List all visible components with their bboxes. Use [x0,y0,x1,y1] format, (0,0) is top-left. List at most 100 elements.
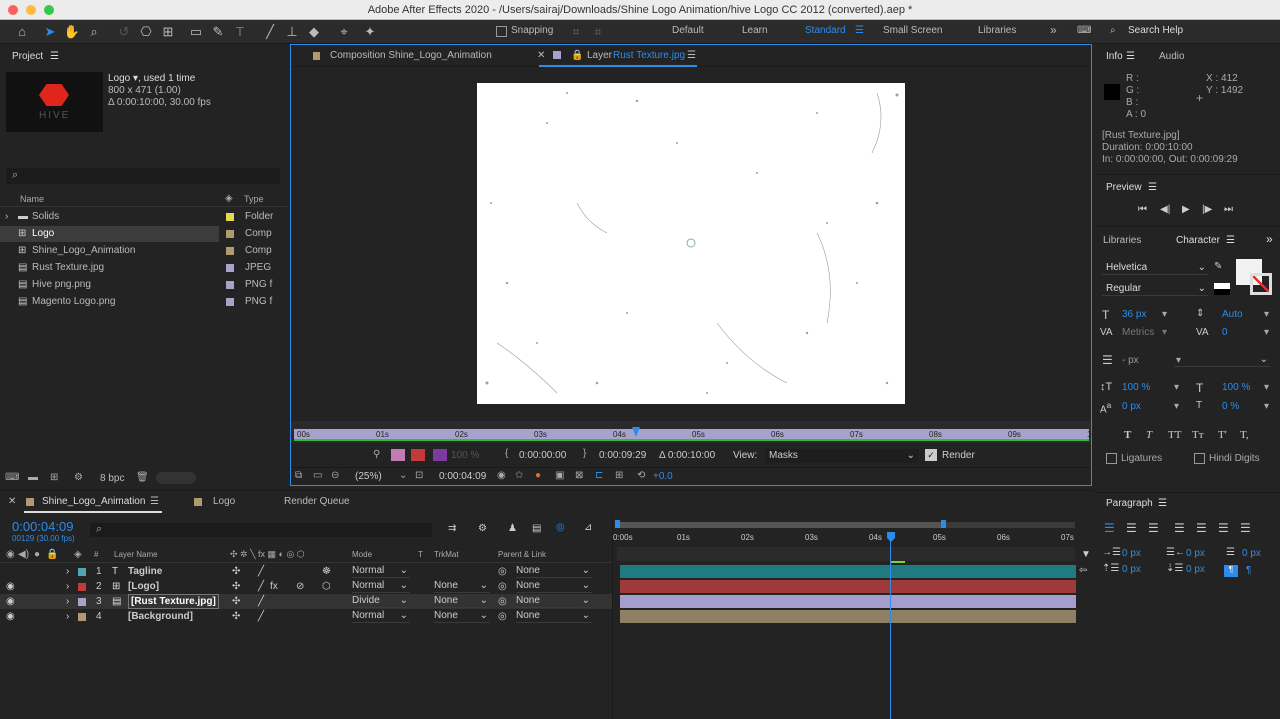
pick-whip-icon[interactable]: ◎ [498,564,507,579]
draft-3d-icon[interactable]: ⚙ [478,523,487,534]
region-of-interest-icon[interactable]: ▣ [555,470,564,481]
shy-switch-icon[interactable]: ✣ [232,594,240,609]
snapping-edges-icon[interactable]: ⌗ [588,22,608,42]
first-line-indent-value[interactable]: 0 px [1242,548,1261,559]
baseline-shift-value[interactable]: 0 px [1122,401,1141,412]
layer-name[interactable]: [Logo] [128,579,159,594]
toggle-transparency-icon[interactable]: ⚲ [373,449,380,460]
render-checkbox[interactable]: ✓ [925,449,937,461]
project-panel-title[interactable]: Project [12,51,43,62]
tab-shine-logo-animation[interactable]: Shine_Logo_Animation [42,492,145,512]
audio-switch-icon[interactable]: ◀) [18,549,29,560]
faux-bold-button[interactable]: T [1124,429,1131,441]
more-panels-icon[interactable]: » [1266,232,1273,246]
lock-icon[interactable]: 🔒 [571,46,583,66]
show-channel-icon[interactable]: ● [535,470,541,481]
video-switch-icon[interactable]: ◉ [6,549,15,560]
tab-composition[interactable]: Composition Shine_Logo_Animation [330,46,492,66]
view-dropdown[interactable]: Masks ⌄ [765,449,919,463]
shy-switch-icon[interactable]: ✣ [232,609,240,624]
trkmat-dropdown[interactable]: None ⌄ [434,579,490,593]
effects-switch-icon[interactable]: fx [270,579,278,594]
comp-mini-flowchart-icon[interactable]: ⇉ [448,523,456,534]
parent-dropdown[interactable]: None ⌄ [516,594,592,608]
black-white-swatch[interactable] [1214,283,1230,295]
expand-arrow-icon[interactable]: › [66,564,69,579]
toggle-grid-icon[interactable]: ⊡ [415,470,423,481]
tab-libraries[interactable]: Libraries [1103,235,1141,246]
label-column-icon[interactable]: ◈ [74,549,82,560]
column-trkmat[interactable]: TrkMat [434,550,459,559]
justify-all-icon[interactable]: ☰ [1240,521,1251,535]
pick-whip-icon[interactable]: ◎ [498,609,507,624]
rtl-direction-icon[interactable]: ¶ [1246,565,1251,576]
shy-switch-icon[interactable]: ✣ [232,564,240,579]
column-name[interactable]: Name [20,194,44,204]
new-folder-icon[interactable]: ▬ [28,472,38,483]
hindi-digits-checkbox[interactable] [1194,453,1205,464]
space-after-value[interactable]: 0 px [1186,564,1205,575]
workspace-menu-icon[interactable]: ☰ [855,25,864,36]
hand-tool-icon[interactable]: ✋ [62,22,82,42]
work-area-start-handle[interactable] [615,520,620,528]
work-area-range[interactable] [617,522,943,528]
font-size-value[interactable]: 36 px [1122,309,1146,320]
layer-row[interactable]: › 1 T Tagline ✣ ╱ ☸ Normal ⌄ ◎ None ⌄ [0,564,612,579]
expand-arrow-icon[interactable]: › [66,579,69,594]
align-right-icon[interactable]: ☰ [1148,521,1159,535]
workspace-small-screen[interactable]: Small Screen [883,25,942,36]
layer-row[interactable]: ◉ › 4 [Background] ✣ ╱ Normal ⌄ None ⌄ ◎ None ⌄ [0,609,612,624]
search-help-field[interactable]: Search Help [1128,25,1183,36]
snapping-checkbox[interactable] [496,26,507,37]
stroke-color-swatch[interactable] [1250,273,1272,295]
rotate-tool-icon[interactable]: ↺ [114,22,134,42]
lock-switch-icon[interactable]: 🔒 [46,549,58,560]
opacity-value[interactable]: 100 % [451,450,479,461]
kerning-value[interactable]: Metrics [1122,327,1154,338]
column-mode[interactable]: Mode [352,550,372,559]
chevron-down-icon[interactable]: ▾ [1264,382,1269,393]
tab-info[interactable]: Info [1106,51,1123,62]
chevron-down-icon[interactable]: ▾ [1264,401,1269,412]
graph-editor-icon[interactable]: ⊿ [584,522,592,533]
comp-marker-bin-icon[interactable]: ⇦ [1079,565,1087,576]
font-family-dropdown[interactable]: Helvetica ⌄ [1102,261,1208,275]
selection-tool-icon[interactable]: ➤ [40,22,60,42]
next-frame-icon[interactable]: |▶ [1202,204,1212,215]
trkmat-dropdown[interactable]: None ⌄ [434,594,490,608]
tab-layer-prefix[interactable]: Layer [587,46,612,66]
clone-stamp-tool-icon[interactable]: ⊥ [282,22,302,42]
stroke-style-dropdown[interactable]: ⌄ [1174,353,1270,367]
fast-previews-icon[interactable]: ⊏ [595,470,603,481]
font-style-dropdown[interactable]: Regular ⌄ [1102,282,1208,296]
chevron-down-icon[interactable]: ⌄ [399,470,407,481]
layer-mode-dropdown[interactable]: Normal ⌄ [352,609,410,623]
shy-switch-icon[interactable]: ✣ [232,579,240,594]
expand-arrow-icon[interactable]: › [66,594,69,609]
home-icon[interactable]: ⌂ [12,22,32,42]
chevron-down-icon[interactable]: ▾ [1264,327,1269,338]
project-item[interactable]: ▤ Hive png.png PNG f [0,277,288,293]
layer-label-swatch[interactable] [78,583,86,591]
work-area-bar[interactable] [615,520,1075,528]
work-area-end-handle[interactable] [941,520,946,528]
space-before-value[interactable]: 0 px [1122,564,1141,575]
panel-menu-icon[interactable]: ☰ [1126,51,1135,62]
justify-center-icon[interactable]: ☰ [1196,521,1207,535]
comp-button-icon[interactable]: ▼ [1081,549,1091,560]
collapse-switch-icon[interactable]: ☸ [322,564,331,579]
color-swatch-icon[interactable] [433,449,447,461]
panel-menu-icon[interactable]: ☰ [687,46,696,66]
snapping-options-icon[interactable]: ⌗ [566,22,586,42]
layer-label-swatch[interactable] [78,568,86,576]
expand-arrow-icon[interactable]: › [66,609,69,624]
tab-logo[interactable]: Logo [213,492,235,512]
layer-label-swatch[interactable] [78,598,86,606]
tab-audio[interactable]: Audio [1159,51,1185,62]
superscript-button[interactable]: T' [1218,429,1227,441]
close-window-button[interactable] [8,5,18,15]
layer-name[interactable]: Tagline [128,564,162,579]
play-icon[interactable]: ▶ [1182,204,1190,215]
bit-depth-button[interactable]: 8 bpc [100,473,124,484]
parent-dropdown[interactable]: None ⌄ [516,564,592,578]
